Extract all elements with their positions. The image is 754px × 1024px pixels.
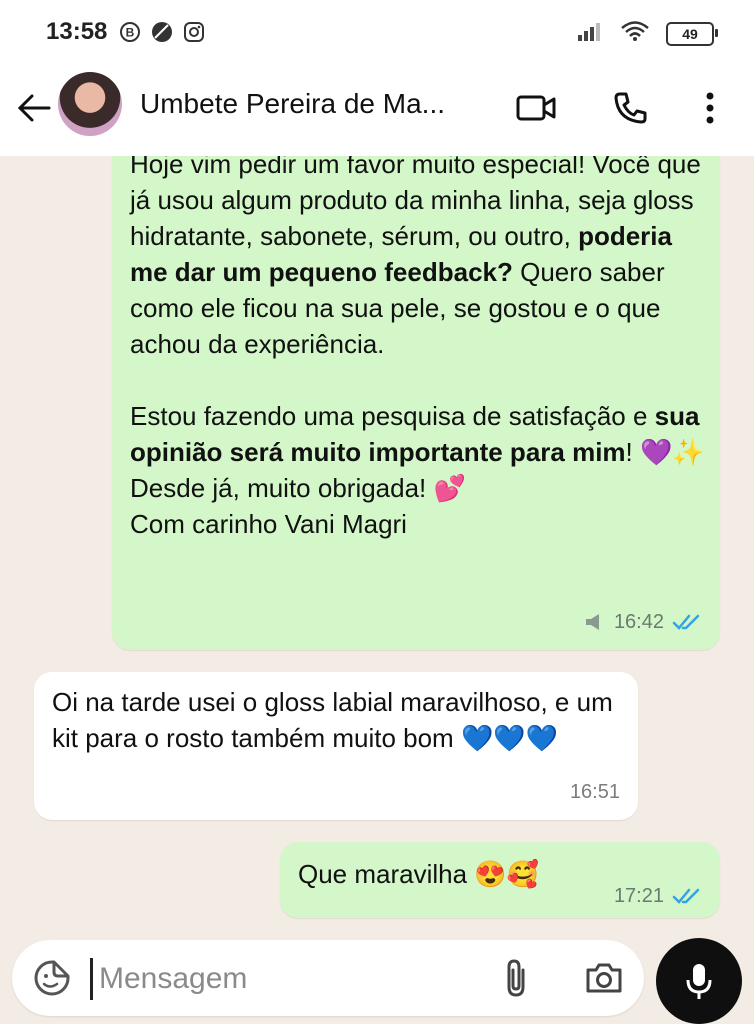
sticker-button[interactable]: [30, 956, 74, 1000]
battery-indicator: 49: [666, 21, 718, 46]
back-arrow-icon: [17, 94, 51, 122]
message-text: Oi na tarde usei o gloss labial maravilh…: [52, 687, 613, 753]
sticker-icon: [34, 960, 70, 996]
message-incoming[interactable]: Oi na tarde usei o gloss labial maravilh…: [34, 672, 638, 820]
message-outgoing[interactable]: Que maravilha 😍🥰 17:21: [280, 842, 720, 918]
attach-button[interactable]: [494, 956, 538, 1000]
message-meta: 16:42: [584, 604, 702, 640]
wifi-icon: [620, 20, 650, 47]
broadcast-icon: [585, 614, 599, 630]
composer-bar: [0, 936, 754, 1024]
message-meta: 17:21: [614, 878, 702, 914]
notification-circle-icon: [150, 20, 174, 44]
notification-b-icon: B: [118, 20, 142, 44]
video-call-button[interactable]: [514, 86, 558, 130]
voice-record-button[interactable]: [656, 938, 742, 1024]
svg-text:B: B: [126, 26, 135, 40]
message-input[interactable]: [90, 958, 481, 1000]
signal-icon: [576, 21, 604, 46]
status-system-icons: 49: [576, 20, 718, 47]
message-text: Hoje vim pedir um favor muito especial! …: [130, 156, 710, 542]
contact-name[interactable]: Umbete Pereira de Ma...: [140, 88, 500, 120]
menu-button[interactable]: [688, 86, 732, 130]
message-outgoing[interactable]: Hoje vim pedir um favor muito especial! …: [112, 156, 720, 650]
back-button[interactable]: [12, 86, 56, 130]
message-input-container: [12, 940, 644, 1016]
double-check-icon: [672, 888, 700, 904]
double-check-icon: [672, 614, 700, 630]
contact-avatar[interactable]: [58, 72, 122, 136]
message-time: 16:51: [569, 781, 620, 803]
more-vert-icon: [706, 92, 714, 124]
message-time: 16:42: [613, 611, 664, 633]
instagram-icon: [182, 20, 206, 44]
message-meta: 16:51: [570, 774, 620, 810]
chat-header: Umbete Pereira de Ma...: [0, 64, 754, 157]
message-signature: Com carinho Vani Magri: [130, 509, 407, 539]
phone-icon: [614, 92, 647, 124]
status-bar: 13:58 B 49: [0, 0, 754, 64]
mic-icon: [686, 964, 712, 999]
chat-area[interactable]: Hoje vim pedir um favor muito especial! …: [0, 156, 754, 936]
message-time: 17:21: [613, 885, 664, 907]
message-text-part: Estou fazendo uma pesquisa de satisfação…: [130, 401, 655, 431]
camera-icon: [586, 963, 622, 993]
message-text: Que maravilha 😍🥰: [298, 859, 540, 889]
status-notification-icons: B: [118, 20, 206, 44]
battery-level: 49: [682, 25, 698, 42]
video-call-icon: [516, 95, 556, 121]
camera-button[interactable]: [582, 956, 626, 1000]
voice-call-button[interactable]: [608, 86, 652, 130]
status-time: 13:58: [46, 18, 108, 45]
attach-icon: [507, 959, 525, 997]
